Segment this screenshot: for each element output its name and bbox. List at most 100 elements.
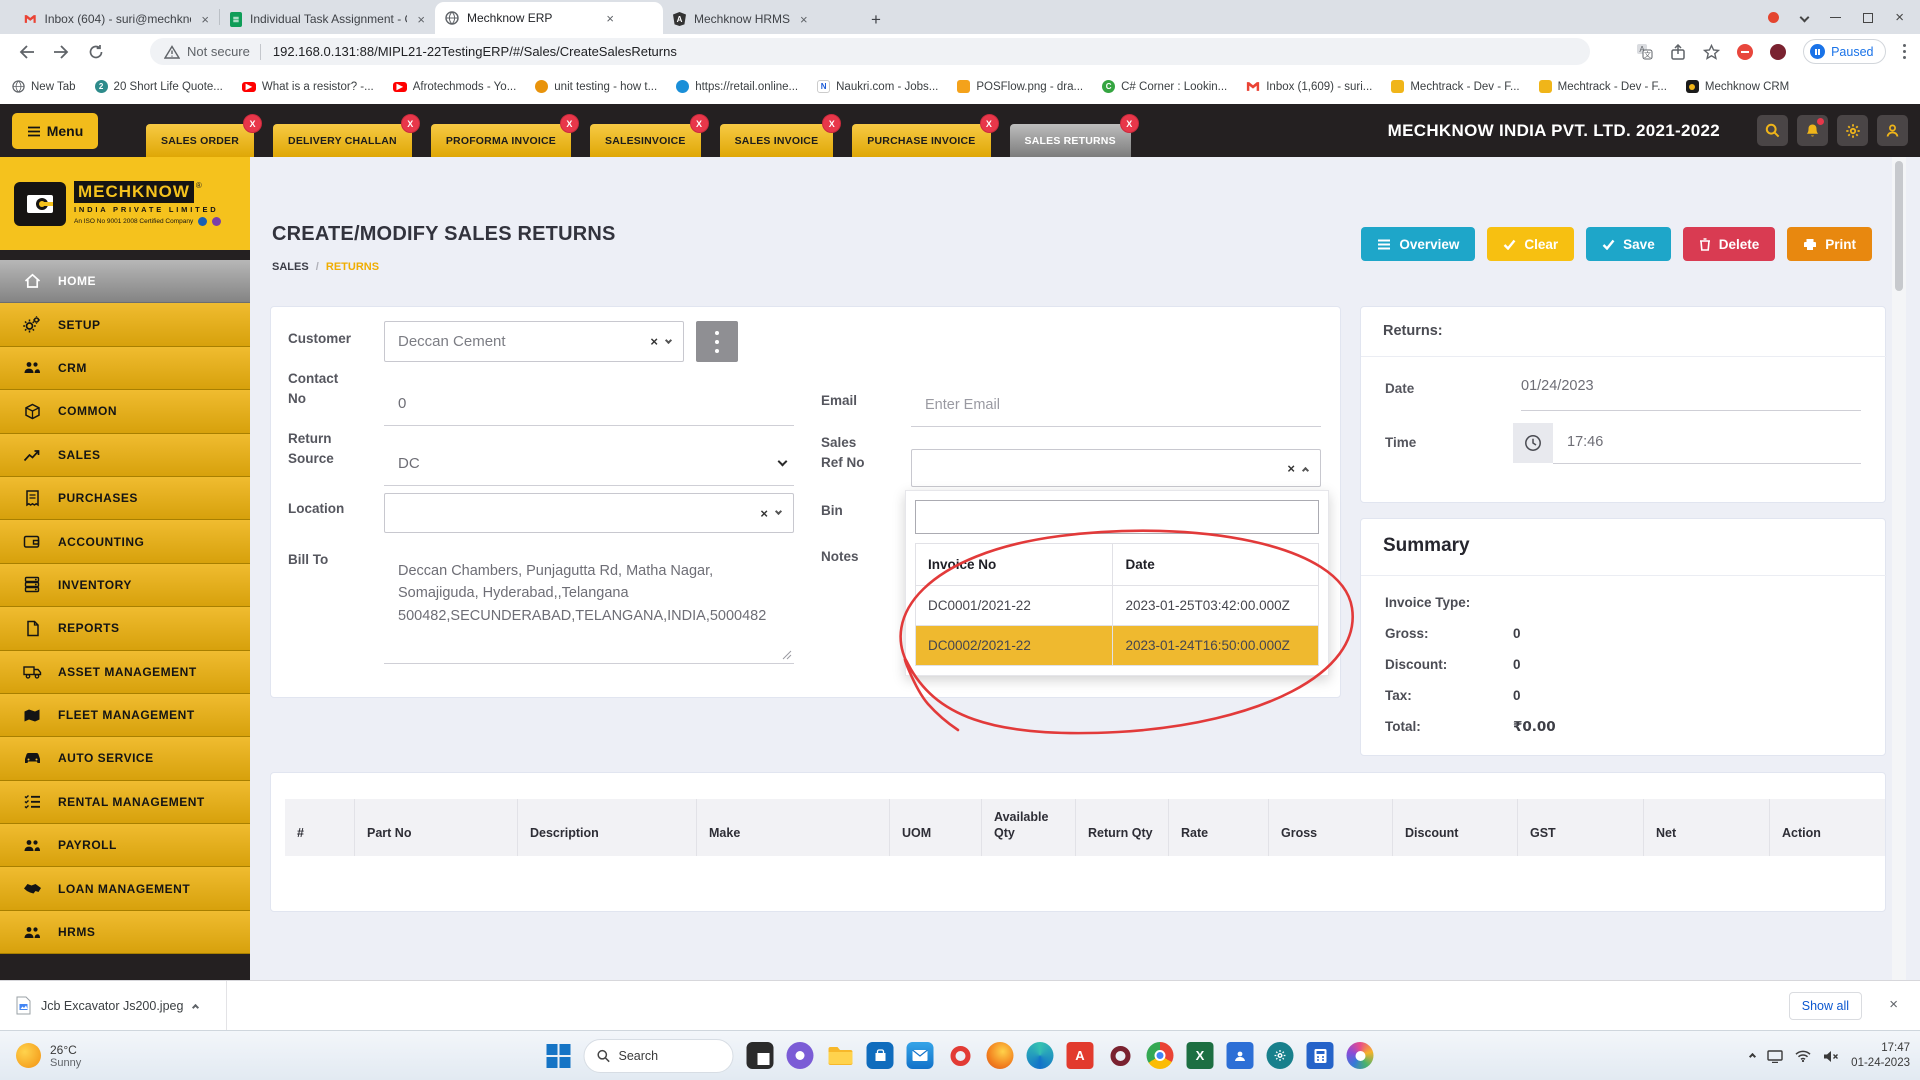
notifications-button[interactable] xyxy=(1797,115,1828,146)
volume-muted-icon[interactable] xyxy=(1823,1050,1839,1063)
sidebar-item-home[interactable]: HOME xyxy=(0,260,250,303)
date-value[interactable]: 01/24/2023 xyxy=(1521,378,1594,394)
chevron-up-icon[interactable] xyxy=(192,1004,199,1011)
contact-no-input[interactable]: 0 xyxy=(384,382,794,426)
clear-selection-icon[interactable]: × xyxy=(1287,461,1295,476)
taskbar-clock[interactable]: 17:47 01-24-2023 xyxy=(1851,1041,1910,1071)
tab-close-badge[interactable]: X xyxy=(560,114,579,133)
browser-tab-sheets[interactable]: ≣ Individual Task Assignment - Goo × xyxy=(220,4,435,34)
sidebar-item-common[interactable]: COMMON xyxy=(0,390,250,433)
browser-tab-erp-active[interactable]: Mechknow ERP × xyxy=(435,2,663,34)
bookmark-item[interactable]: Inbox (1,609) - suri... xyxy=(1246,81,1372,93)
settings-app-icon[interactable] xyxy=(1267,1042,1294,1069)
customer-options-button[interactable] xyxy=(696,321,738,362)
browser-tab-gmail[interactable]: Inbox (604) - suri@mechknowsof × xyxy=(14,4,219,34)
bookmark-item[interactable]: Mechknow CRM xyxy=(1686,80,1789,93)
tab-close-badge[interactable]: X xyxy=(401,114,420,133)
dropdown-search-input[interactable] xyxy=(915,500,1319,534)
bookmark-item[interactable]: ▶What is a resistor? -... xyxy=(242,81,374,93)
erp-tab-sales-invoice[interactable]: SALES INVOICEX xyxy=(720,124,834,157)
erp-tab-proforma-invoice[interactable]: PROFORMA INVOICEX xyxy=(431,124,571,157)
tab-close-badge[interactable]: X xyxy=(243,114,262,133)
calculator-app-icon[interactable] xyxy=(1307,1042,1334,1069)
sidebar-item-fleet-management[interactable]: FLEET MANAGEMENT xyxy=(0,694,250,737)
invoice-no-cell[interactable]: DC0001/2021-22 xyxy=(916,586,1113,626)
erp-tab-sales-returns-active[interactable]: SALES RETURNSX xyxy=(1010,124,1131,157)
adobe-app-icon[interactable]: A xyxy=(1067,1042,1094,1069)
start-button[interactable] xyxy=(547,1044,571,1068)
taskbar-search[interactable]: Search xyxy=(584,1039,734,1073)
download-chip[interactable]: Jcb Excavator Js200.jpeg xyxy=(0,996,198,1015)
tab-close-badge[interactable]: X xyxy=(980,114,999,133)
network-icon[interactable] xyxy=(1767,1050,1783,1063)
bookmark-item[interactable]: Mechtrack - Dev - F... xyxy=(1539,80,1667,93)
wifi-icon[interactable] xyxy=(1795,1050,1811,1062)
bookmark-item[interactable]: CC# Corner : Lookin... xyxy=(1102,80,1227,93)
close-button[interactable]: × xyxy=(1895,9,1904,26)
excel-icon[interactable]: X xyxy=(1187,1042,1214,1069)
chrome-icon[interactable] xyxy=(1147,1042,1174,1069)
bookmark-item[interactable]: unit testing - how t... xyxy=(535,80,657,93)
scrollbar-thumb[interactable] xyxy=(1895,161,1903,291)
sidebar-item-auto-service[interactable]: AUTO SERVICE xyxy=(0,737,250,780)
translate-icon[interactable]: A文 xyxy=(1636,43,1653,60)
bookmark-item[interactable]: POSFlow.png - dra... xyxy=(957,80,1083,93)
chat-app-icon[interactable] xyxy=(787,1042,814,1069)
tab-close-icon[interactable]: × xyxy=(417,12,425,27)
bookmark-star-icon[interactable] xyxy=(1703,44,1720,60)
invoice-no-cell[interactable]: DC0002/2021-22 xyxy=(916,626,1113,666)
breadcrumb-parent[interactable]: SALES xyxy=(272,261,309,273)
save-button[interactable]: Save xyxy=(1586,227,1671,261)
tab-close-icon[interactable]: × xyxy=(201,12,209,27)
bookmark-item[interactable]: https://retail.online... xyxy=(676,80,798,93)
profile-button[interactable] xyxy=(1877,115,1908,146)
tab-close-badge[interactable]: X xyxy=(822,114,841,133)
new-tab-button[interactable]: + xyxy=(863,6,889,34)
bookmark-item[interactable]: NNaukri.com - Jobs... xyxy=(817,80,938,93)
print-button[interactable]: Print xyxy=(1787,227,1872,261)
sidebar-item-setup[interactable]: SETUP xyxy=(0,303,250,346)
bill-to-textarea[interactable]: Deccan Chambers, Punjagutta Rd, Matha Na… xyxy=(384,552,794,664)
download-bar-close-icon[interactable]: × xyxy=(1889,996,1898,1013)
file-explorer-icon[interactable] xyxy=(827,1042,854,1069)
location-select[interactable]: × xyxy=(384,493,794,533)
back-icon[interactable] xyxy=(18,44,35,60)
bookmark-item[interactable]: ▶Afrotechmods - Yo... xyxy=(393,81,517,93)
erp-tab-salesinvoice[interactable]: SALESINVOICEX xyxy=(590,124,701,157)
tab-close-icon[interactable]: × xyxy=(800,12,808,27)
email-input[interactable]: Enter Email xyxy=(911,383,1321,427)
mail-app-icon[interactable] xyxy=(907,1042,934,1069)
invoice-option-row-selected[interactable]: DC0002/2021-22 2023-01-24T16:50:00.000Z xyxy=(916,626,1319,666)
sidebar-item-crm[interactable]: CRM xyxy=(0,347,250,390)
tray-expand-icon[interactable] xyxy=(1749,1052,1756,1059)
sidebar-item-sales[interactable]: SALES xyxy=(0,434,250,477)
sidebar-item-accounting[interactable]: ACCOUNTING xyxy=(0,520,250,563)
sidebar-item-purchases[interactable]: PURCHASES xyxy=(0,477,250,520)
maximize-button[interactable] xyxy=(1863,13,1873,23)
overview-button[interactable]: Overview xyxy=(1361,227,1475,261)
settings-button[interactable] xyxy=(1837,115,1868,146)
bookmark-item[interactable]: 220 Short Life Quote... xyxy=(95,80,223,93)
firefox-icon[interactable] xyxy=(987,1042,1014,1069)
extension-icon-red[interactable] xyxy=(1737,44,1753,60)
delete-button[interactable]: Delete xyxy=(1683,227,1776,261)
forward-icon[interactable] xyxy=(53,44,70,60)
erp-tab-purchase-invoice[interactable]: PURCHASE INVOICEX xyxy=(852,124,990,157)
bookmark-item[interactable]: New Tab xyxy=(12,80,76,93)
sales-ref-select[interactable]: × xyxy=(911,449,1321,487)
extension-icon-dark[interactable] xyxy=(1770,44,1786,60)
photos-app-icon[interactable] xyxy=(747,1042,774,1069)
browser-tab-hrms[interactable]: A Mechknow HRMS × xyxy=(663,4,863,34)
share-icon[interactable] xyxy=(1670,44,1686,60)
sidebar-item-inventory[interactable]: INVENTORY xyxy=(0,564,250,607)
search-button[interactable] xyxy=(1757,115,1788,146)
tab-close-badge[interactable]: X xyxy=(1120,114,1139,133)
return-source-select[interactable]: DC xyxy=(384,442,794,486)
time-picker-button[interactable] xyxy=(1513,423,1553,463)
dark-browser-icon[interactable] xyxy=(1107,1042,1134,1069)
reload-icon[interactable] xyxy=(88,44,104,60)
paused-pill[interactable]: Paused xyxy=(1803,39,1885,64)
resize-handle-icon[interactable] xyxy=(782,650,792,660)
paint-app-icon[interactable] xyxy=(1347,1042,1374,1069)
scrollbar-track[interactable] xyxy=(1892,157,1906,980)
